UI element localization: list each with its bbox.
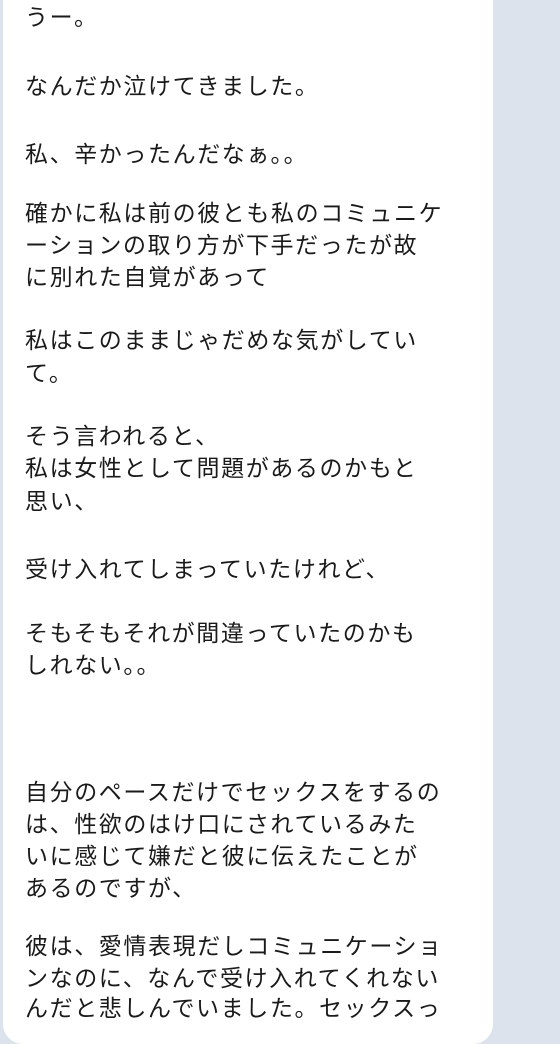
message-line: 私は女性として問題があるのかもと: [25, 456, 418, 482]
message-line: 受け入れてしまっていたけれど、: [25, 557, 391, 583]
message-line: しれない。。: [25, 653, 162, 679]
message-line: 確かに私は前の彼とも私のコミュニケ: [25, 201, 444, 227]
message-line: 思い、: [25, 489, 99, 515]
message-line: ンなのに、なんで受け入れてくれない: [25, 966, 440, 992]
message-line: 私、辛かったんだなぁ。。: [25, 142, 309, 168]
message-line: 彼は、愛情表現だしコミュニケーショ: [25, 934, 443, 960]
message-line: そもそもそれが間違っていたのかも: [25, 621, 417, 647]
message-line: は、性欲のはけ口にされているみた: [25, 812, 418, 838]
chat-area: うー。 なんだか泣けてきました。 私、辛かったんだなぁ。。 確かに私は前の彼とも…: [0, 0, 560, 1044]
message-line: 自分のペースだけでセックスをするの: [25, 780, 442, 806]
message-line: ーションの取り方が下手だったが故: [25, 233, 419, 259]
message-line: なんだか泣けてきました。: [25, 74, 320, 100]
message-line: そう言われると、: [25, 424, 220, 450]
message-line: に別れた自覚があって: [25, 265, 270, 291]
message-line: て。: [25, 361, 74, 387]
message-line: あるのですが、: [25, 876, 197, 902]
message-line: 私はこのままじゃだめな気がしてい: [25, 328, 418, 354]
message-line: うー。: [25, 5, 99, 31]
message-line: んだと悲しんでいました。セックスっ: [25, 996, 442, 1022]
message-line: いに感じて嫌だと彼に伝えたことが: [25, 844, 419, 870]
